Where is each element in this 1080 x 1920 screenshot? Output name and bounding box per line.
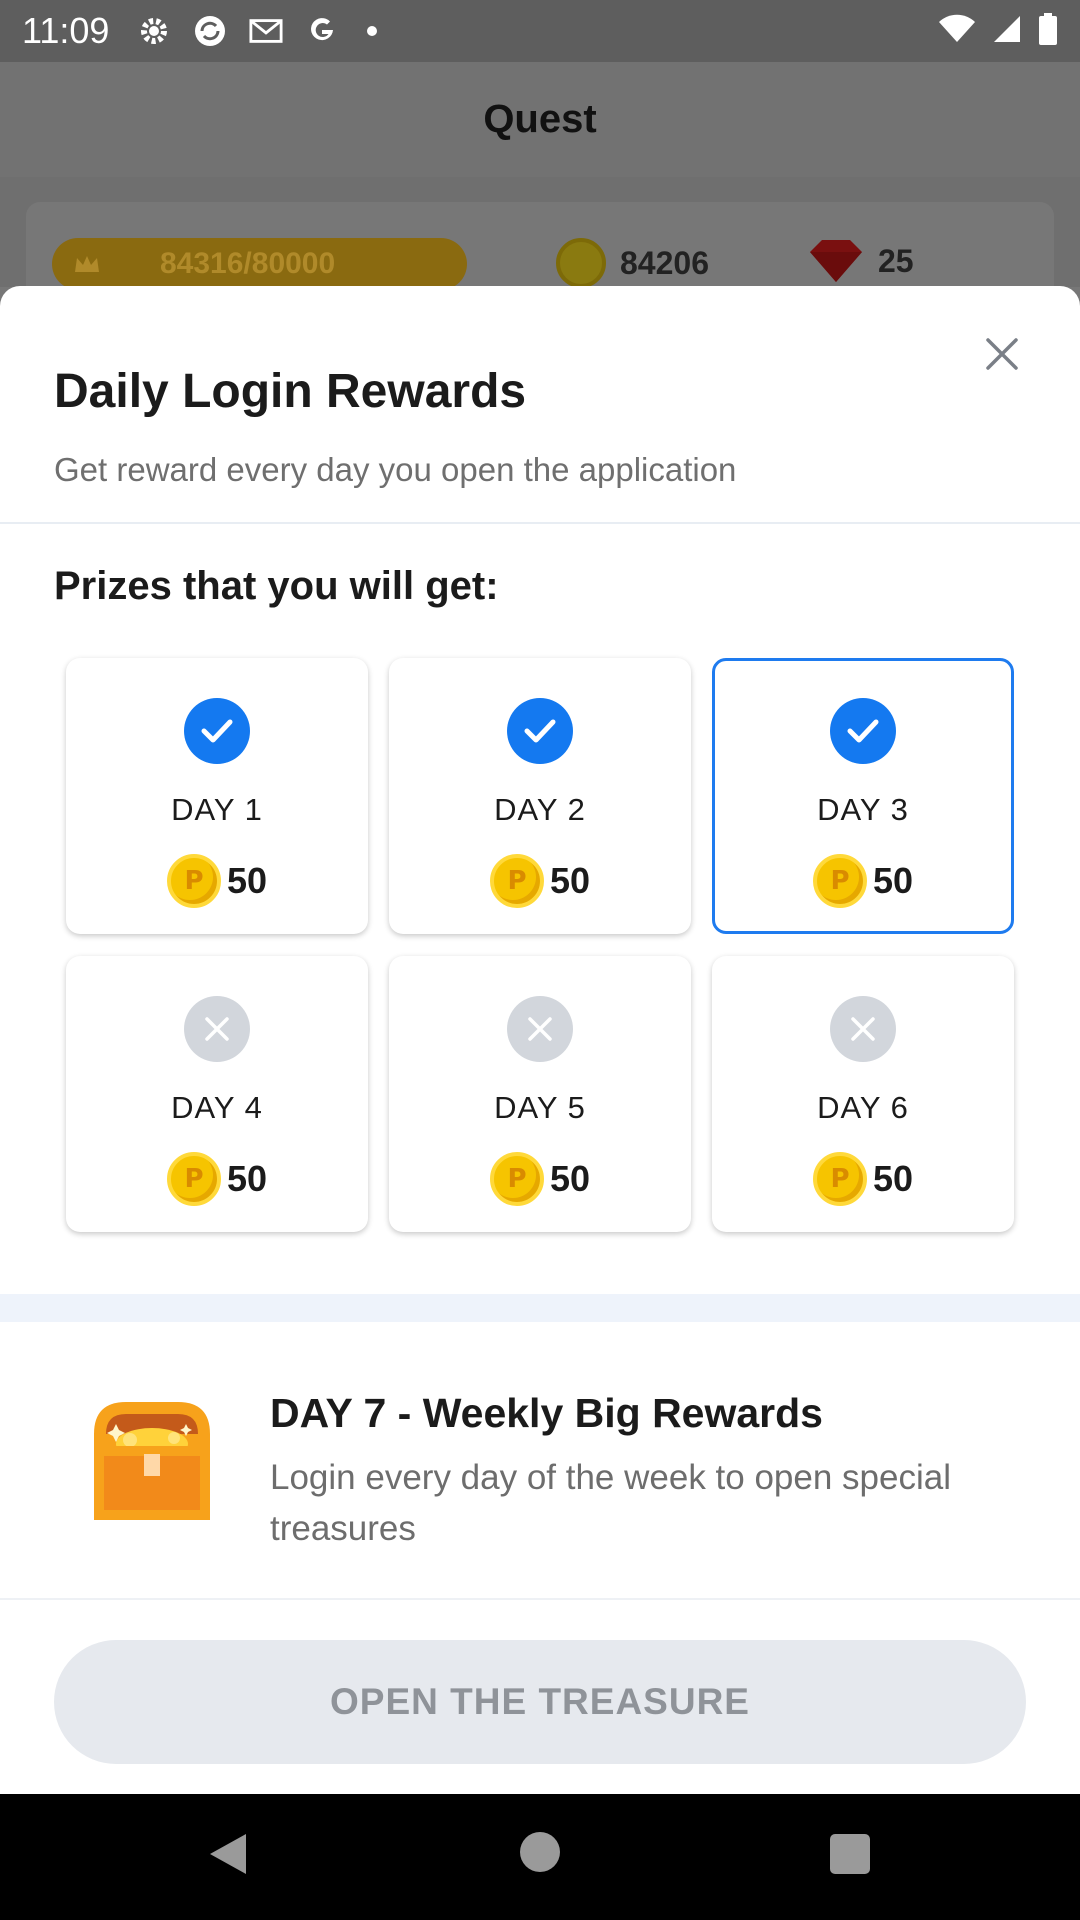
crown-icon: [75, 256, 99, 272]
reward-amount: 50: [226, 1158, 268, 1199]
page-title: Quest: [483, 97, 597, 141]
weekly-title: DAY 7 - Weekly Big Rewards: [270, 1390, 823, 1436]
close-icon[interactable]: [980, 332, 1024, 376]
gem-count: 25: [878, 242, 914, 279]
mail-icon: [249, 14, 283, 48]
cross-icon: [507, 996, 573, 1062]
day-label: DAY 1: [171, 792, 263, 827]
divider: [0, 522, 1080, 524]
reward: P 50: [389, 1152, 691, 1206]
coin-balance: 84206: [556, 238, 709, 288]
reward: P 50: [389, 854, 691, 908]
coin-count: 84206: [620, 244, 709, 281]
day-card[interactable]: DAY 1 P 50: [66, 658, 368, 934]
coin-icon: P: [812, 854, 867, 908]
reward-amount: 50: [226, 860, 268, 901]
reward-amount: 50: [549, 1158, 591, 1199]
gem-icon: [810, 240, 862, 282]
check-icon: [830, 698, 896, 764]
reward: P 50: [66, 854, 368, 908]
coin-icon: P: [489, 1152, 544, 1206]
day-label: DAY 3: [817, 792, 909, 827]
coin-icon: P: [489, 854, 544, 908]
reward: P 50: [712, 1152, 1014, 1206]
cross-icon: [830, 996, 896, 1062]
check-icon: [507, 698, 573, 764]
day-card[interactable]: DAY 6 P 50: [712, 956, 1014, 1232]
open-treasure-button[interactable]: OPEN THE TREASURE: [54, 1640, 1026, 1764]
check-icon: [184, 698, 250, 764]
weekly-description: Login every day of the week to open spec…: [270, 1458, 951, 1548]
section-separator: [0, 1294, 1080, 1322]
coin-icon: [556, 238, 606, 288]
navigation-bar: [0, 1794, 1080, 1920]
cross-icon: [184, 996, 250, 1062]
day-card[interactable]: DAY 4 P 50: [66, 956, 368, 1232]
coin-icon: P: [166, 854, 221, 908]
day-label: DAY 2: [494, 792, 586, 827]
dot-icon: [367, 26, 378, 36]
coin-icon: P: [812, 1152, 867, 1206]
day-card[interactable]: DAY 5 P 50: [389, 956, 691, 1232]
gear-icon: [137, 14, 171, 48]
day-card-current[interactable]: DAY 3 P 50: [712, 658, 1014, 934]
day-label: DAY 4: [171, 1090, 263, 1125]
level-progress: 84316/80000: [52, 238, 467, 290]
sync-icon: [193, 14, 227, 48]
reward: P 50: [715, 854, 1011, 908]
reward-amount: 50: [872, 1158, 914, 1199]
back-icon[interactable]: [206, 1830, 250, 1878]
reward-amount: 50: [872, 860, 914, 901]
battery-icon: [1038, 12, 1058, 50]
status-bar: 11:09: [0, 0, 1080, 62]
signal-icon: [992, 14, 1022, 49]
reward-amount: 50: [549, 860, 591, 901]
day-label: DAY 5: [494, 1090, 586, 1125]
daily-rewards-sheet: Daily Login Rewards Get reward every day…: [0, 286, 1080, 1794]
reward: P 50: [66, 1152, 368, 1206]
dialog-title: Daily Login Rewards: [54, 365, 527, 418]
recents-icon[interactable]: [830, 1834, 870, 1874]
day-label: DAY 6: [817, 1090, 909, 1125]
treasure-chest-icon: [94, 1402, 210, 1520]
google-icon: [305, 14, 339, 48]
progress-text: 84316/80000: [160, 247, 336, 280]
prizes-heading: Prizes that you will get:: [54, 564, 499, 608]
status-time: 11:09: [22, 10, 110, 51]
wifi-icon: [938, 14, 976, 49]
dialog-subtitle: Get reward every day you open the applic…: [54, 451, 737, 488]
day-card[interactable]: DAY 2 P 50: [389, 658, 691, 934]
coin-icon: P: [166, 1152, 221, 1206]
divider: [0, 1598, 1080, 1600]
home-icon[interactable]: [520, 1832, 560, 1872]
gem-balance: 25: [808, 238, 914, 284]
app-bar: Quest: [0, 62, 1080, 177]
